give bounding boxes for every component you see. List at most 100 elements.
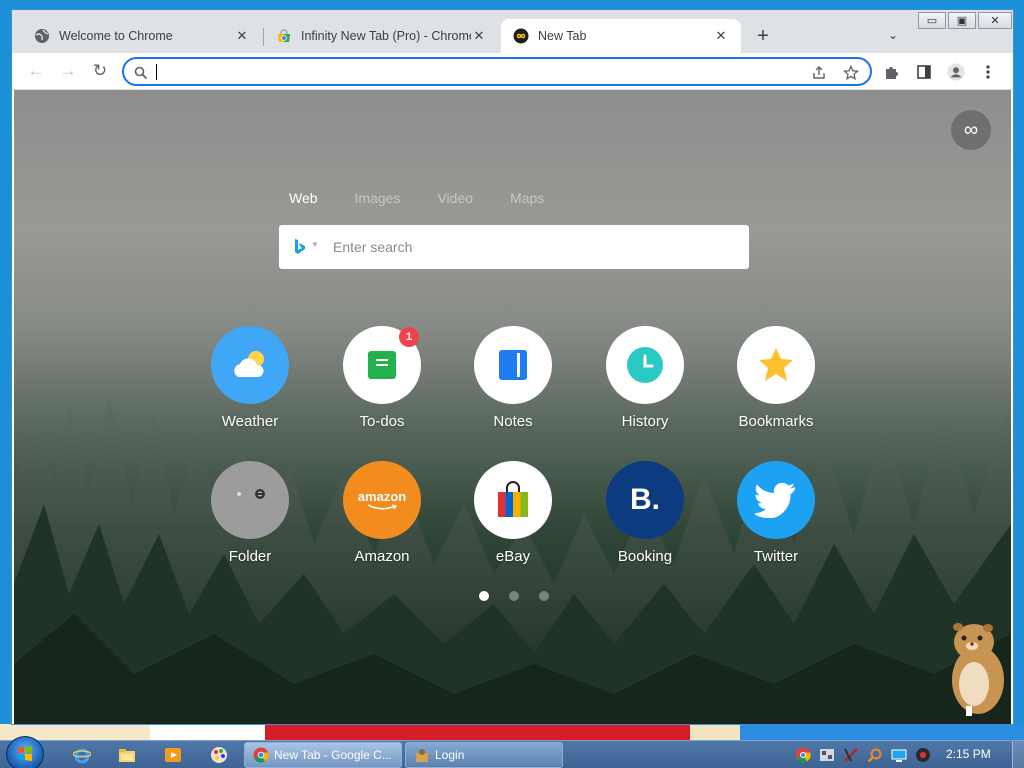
twitter-icon [737, 461, 815, 539]
search-icon [132, 64, 150, 82]
start-button[interactable] [6, 736, 44, 768]
page-dot-1[interactable] [479, 591, 489, 601]
search-tab-video[interactable]: Video [437, 190, 473, 206]
tile-amazon[interactable]: amazon Amazon [327, 461, 437, 581]
search-input[interactable] [333, 237, 733, 257]
extensions-puzzle-icon[interactable] [882, 63, 900, 81]
search-type-tabs: Web Images Video Maps [289, 190, 581, 206]
internet-explorer-icon[interactable] [72, 745, 92, 765]
taskbar-item-chrome[interactable]: New Tab - Google C... [244, 742, 402, 768]
text-caret [156, 64, 157, 80]
tile-label: Bookmarks [738, 413, 814, 430]
tab-label: Welcome to Chrome [59, 29, 173, 43]
taskbar-item-login[interactable]: Login [405, 742, 563, 768]
search-box: ▼ [279, 225, 749, 269]
search-tab-web[interactable]: Web [289, 190, 318, 206]
bookmark-star-outline-icon[interactable] [842, 64, 860, 82]
folder-icon [211, 461, 289, 539]
tray-media-icon[interactable] [914, 746, 932, 764]
show-desktop-button[interactable] [1012, 741, 1024, 768]
page-dot-2[interactable] [509, 591, 519, 601]
address-bar[interactable] [122, 57, 872, 86]
page-indicator [479, 591, 549, 601]
tile-label: To-dos [359, 413, 405, 430]
notes-icon [474, 326, 552, 404]
search-tab-maps[interactable]: Maps [510, 190, 544, 206]
tile-label: eBay [495, 548, 531, 565]
history-icon [606, 326, 684, 404]
tile-label: Notes [493, 413, 533, 430]
search-tab-images[interactable]: Images [355, 190, 401, 206]
tile-label: Weather [221, 413, 279, 430]
tab-search-chevron-icon[interactable]: ⌄ [885, 28, 901, 44]
tile-booking[interactable]: B. Booking [590, 461, 700, 581]
profile-avatar-icon[interactable] [947, 63, 965, 81]
tile-todos[interactable]: 1 To-dos [327, 326, 437, 446]
file-explorer-icon[interactable] [117, 745, 137, 765]
login-app-icon [416, 749, 428, 762]
tile-bookmarks[interactable]: Bookmarks [721, 326, 831, 446]
booking-icon: B. [606, 461, 684, 539]
weather-icon [211, 326, 289, 404]
tile-label: History [621, 413, 669, 430]
tab-infinity-store[interactable]: Infinity New Tab (Pro) - Chrome W ✕ [264, 19, 499, 53]
infinity-menu-button[interactable]: ∞ [951, 110, 991, 150]
globe-icon [34, 28, 50, 44]
share-icon[interactable] [810, 64, 828, 82]
tray-network-icon[interactable] [818, 746, 836, 764]
address-input[interactable] [154, 63, 794, 81]
bookmark-star-icon [737, 326, 815, 404]
tile-label: Twitter [753, 548, 799, 565]
tile-label: Booking [617, 548, 673, 565]
forward-arrow-icon[interactable]: → [58, 61, 78, 81]
page-dot-3[interactable] [539, 591, 549, 601]
menu-kebab-icon[interactable] [979, 63, 997, 81]
tab-strip: Welcome to Chrome ✕ Infinity New Tab (Pr… [12, 10, 1013, 53]
back-arrow-icon[interactable]: ← [26, 61, 46, 81]
chrome-icon [253, 747, 269, 763]
close-icon[interactable]: ✕ [713, 28, 729, 44]
chrome-window: Welcome to Chrome ✕ Infinity New Tab (Pr… [11, 9, 1014, 725]
system-clock[interactable]: 2:15 PM [946, 747, 991, 761]
taskbar-item-label: Login [435, 748, 465, 762]
close-icon[interactable]: ✕ [471, 28, 487, 44]
tile-weather[interactable]: Weather [195, 326, 305, 446]
maximize-button[interactable]: ▣ [948, 12, 976, 29]
chrome-webstore-icon [276, 28, 292, 44]
tab-label: Infinity New Tab (Pro) - Chrome W [301, 29, 471, 43]
tab-label: New Tab [538, 29, 587, 43]
close-icon[interactable]: ✕ [234, 28, 250, 44]
browser-toolbar: ← → ↻ [12, 53, 1013, 90]
hamster-mascot-icon [952, 623, 1004, 716]
infinity-icon [513, 28, 529, 44]
tab-new-tab[interactable]: New Tab ✕ [501, 19, 741, 53]
window-controls: ▭ ▣ ✕ [916, 12, 1012, 29]
new-tab-button[interactable]: + [752, 26, 774, 48]
bing-icon[interactable] [291, 238, 309, 256]
todo-icon: 1 [343, 326, 421, 404]
taskbar: New Tab - Google C... Login 2:15 PM [0, 736, 1024, 768]
ebay-icon [474, 461, 552, 539]
close-window-button[interactable]: ✕ [978, 12, 1012, 29]
booking-logo-text: B. [630, 483, 660, 516]
tray-search-magnifier-icon[interactable] [866, 746, 884, 764]
new-tab-page: ∞ Web Images Video Maps ▼ Weather 1 To-d… [14, 90, 1011, 724]
tab-welcome[interactable]: Welcome to Chrome ✕ [22, 19, 262, 53]
tray-chrome-icon[interactable] [794, 746, 812, 764]
tile-folder[interactable]: Folder [195, 461, 305, 581]
paint-app-icon[interactable] [209, 745, 229, 765]
tray-display-icon[interactable] [890, 746, 908, 764]
minimize-button[interactable]: ▭ [918, 12, 946, 29]
tray-tools-icon[interactable] [842, 746, 860, 764]
tile-twitter[interactable]: Twitter [721, 461, 831, 581]
engine-dropdown-chevron-icon[interactable]: ▼ [311, 240, 319, 249]
tile-notes[interactable]: Notes [458, 326, 568, 446]
amazon-icon: amazon [343, 461, 421, 539]
reload-icon[interactable]: ↻ [90, 61, 110, 81]
tile-label: Folder [228, 548, 272, 565]
tile-ebay[interactable]: eBay [458, 461, 568, 581]
tile-history[interactable]: History [590, 326, 700, 446]
desktop-background [0, 724, 1024, 740]
side-panel-icon[interactable] [915, 63, 933, 81]
media-player-icon[interactable] [163, 745, 183, 765]
